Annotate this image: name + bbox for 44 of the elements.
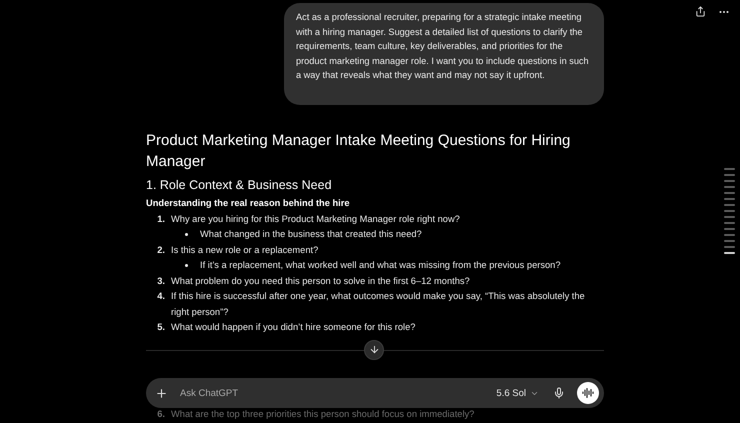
conversation-marker[interactable]	[724, 228, 735, 230]
conversation-marker[interactable]	[724, 210, 735, 212]
conversation-marker[interactable]	[724, 174, 735, 176]
voice-mode-button[interactable]	[577, 382, 599, 404]
conversation-marker[interactable]	[724, 246, 735, 248]
add-icon[interactable]	[155, 386, 168, 400]
share-icon[interactable]	[695, 6, 706, 18]
model-selector[interactable]: 5.6 Sol	[496, 388, 539, 398]
bullet-icon	[185, 264, 188, 268]
response-title: Product Marketing Manager Intake Meeting Questions for Hiring Manager	[146, 130, 572, 172]
section-subtitle: Understanding the real reason behind the hire	[146, 198, 351, 208]
list-number: 3.	[156, 274, 165, 288]
conversation-marker[interactable]	[724, 180, 735, 182]
conversation-marker[interactable]	[724, 222, 735, 224]
question-text: Why are you hiring for this Product Marketing Manager role right now?	[171, 212, 460, 226]
follow-up-question: What changed in the business that created this need?	[200, 228, 422, 242]
conversation-marker[interactable]	[724, 186, 735, 188]
conversation-marker[interactable]	[724, 216, 735, 218]
question-text: What problem do you need this person to solve in the first 6–12 months?	[171, 274, 470, 288]
bullet-icon	[185, 233, 188, 236]
conversation-marker[interactable]	[724, 234, 735, 236]
conversation-marker[interactable]	[724, 204, 735, 206]
question-text: What are the top three priorities this person should focus on immediately?	[171, 408, 474, 421]
conversation-marker[interactable]	[724, 240, 735, 242]
list-number: 5.	[156, 321, 165, 334]
follow-up-question: If it’s a replacement, what worked well and what was missing from the previous person?	[200, 259, 561, 272]
arrow-down-icon	[368, 344, 380, 356]
list-number: 2.	[156, 244, 165, 257]
question-text: What would happen if you didn’t hire someone for this role?	[171, 321, 416, 334]
message-field[interactable]: Ask ChatGPT 5.6 Sol	[146, 378, 604, 408]
conversation-marker[interactable]	[724, 252, 735, 254]
microphone-icon[interactable]	[553, 387, 565, 399]
list-number: 1.	[156, 212, 165, 226]
section-heading: 1. Role Context & Business Need	[146, 178, 333, 192]
conversation-marker[interactable]	[724, 168, 735, 170]
scroll-down-button[interactable]	[364, 340, 384, 360]
question-text: Is this a new role or a replacement?	[171, 244, 318, 257]
sound-wave-icon	[582, 387, 594, 399]
conversation-marker[interactable]	[724, 198, 735, 200]
list-number: 6.	[156, 408, 165, 421]
conversation-marker[interactable]	[724, 192, 735, 194]
question-text: If this hire is successful after one year, what outcomes would make you say, “This was absolutely the right person”?	[171, 290, 586, 319]
user-message: Act as a professional recruiter, preparing for a strategic intake meeting with a hiring manager. Suggest a detailed list of questions to clarify the requirements, team culture, key deliverables, and priorities for the product marketing manager role. I want you to include questions in such a way that reveals what they want and may not say it upfront.	[284, 3, 604, 105]
list-number: 4.	[156, 290, 165, 304]
